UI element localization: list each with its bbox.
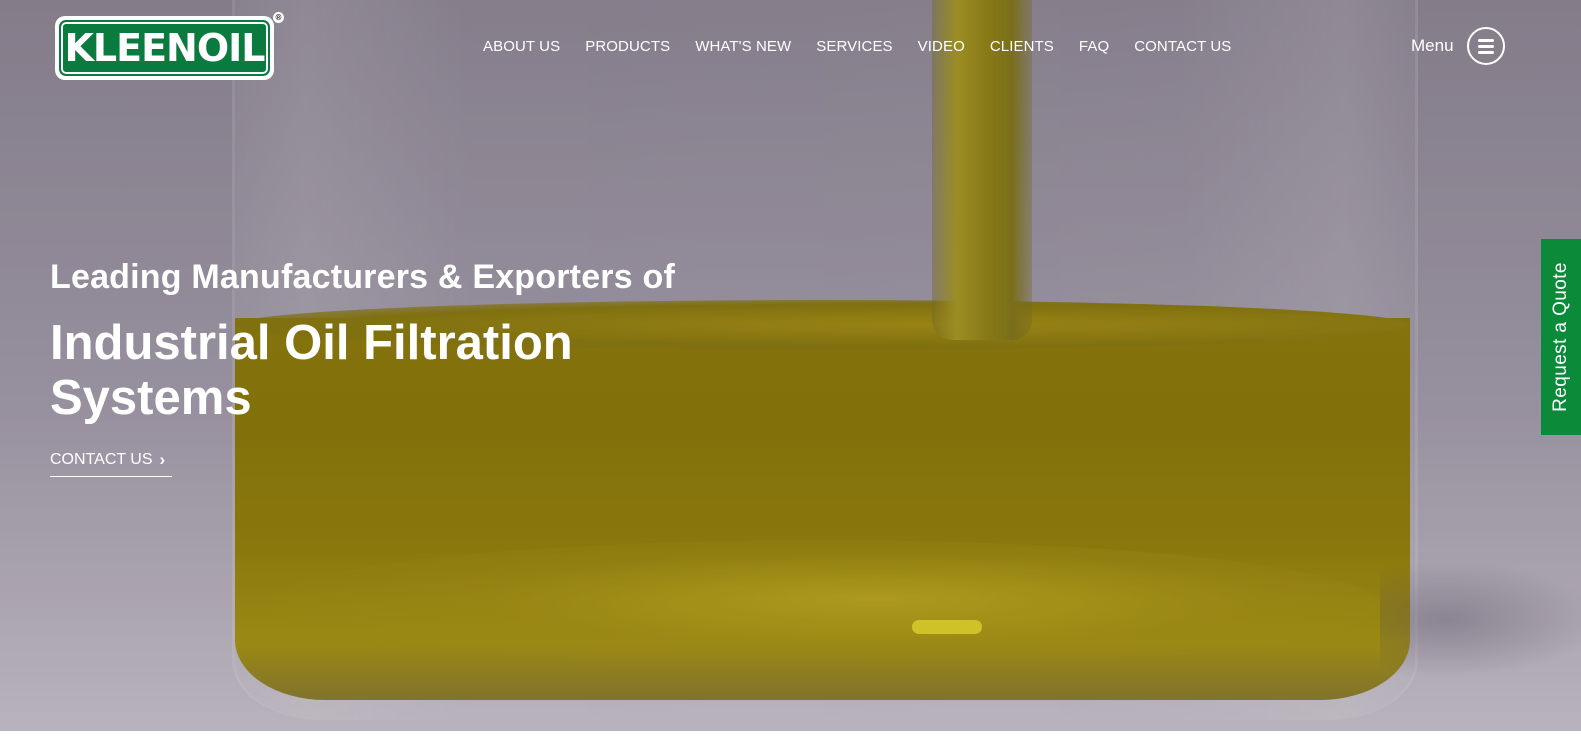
- nav-video[interactable]: VIDEO: [918, 38, 965, 55]
- nav-faq[interactable]: FAQ: [1079, 38, 1109, 55]
- nav-clients[interactable]: CLIENTS: [990, 38, 1054, 55]
- kleenoil-logo[interactable]: KLEENOIL: [55, 16, 274, 80]
- nav-about-us[interactable]: ABOUT US: [483, 38, 560, 55]
- main-nav: ABOUT US PRODUCTS WHAT'S NEW SERVICES VI…: [483, 38, 1256, 55]
- nav-services[interactable]: SERVICES: [816, 38, 892, 55]
- hamburger-circle-icon[interactable]: [1466, 27, 1505, 65]
- nav-contact-us[interactable]: CONTACT US: [1134, 38, 1231, 55]
- request-quote-label: Request a Quote: [1550, 262, 1571, 412]
- hero-title: Industrial Oil Filtration Systems: [50, 316, 573, 425]
- hero-subtitle: Leading Manufacturers & Exporters of: [50, 258, 675, 296]
- hero-contact-us-link[interactable]: CONTACT US ›: [50, 451, 172, 477]
- hero-section: KLEENOIL ® ABOUT US PRODUCTS WHAT'S NEW …: [0, 0, 1581, 731]
- chevron-right-icon: ›: [159, 450, 166, 469]
- nav-products[interactable]: PRODUCTS: [585, 38, 670, 55]
- registered-mark: ®: [273, 12, 284, 23]
- nav-whats-new[interactable]: WHAT'S NEW: [695, 38, 791, 55]
- hero-cta-label: CONTACT US: [50, 451, 153, 468]
- logo-text: KLEENOIL: [59, 20, 270, 76]
- menu-label: Menu: [1411, 36, 1454, 55]
- menu-toggle[interactable]: Menu: [1411, 27, 1505, 65]
- request-quote-tab[interactable]: Request a Quote: [1541, 239, 1581, 435]
